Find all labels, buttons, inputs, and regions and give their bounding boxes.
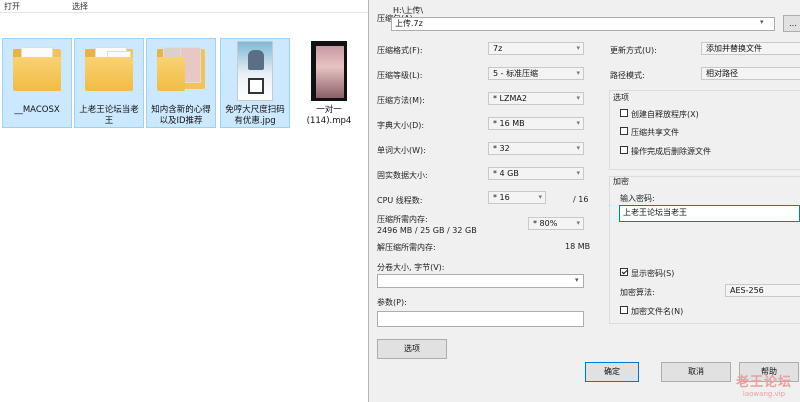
file-name: 一对一(114).mp4 — [306, 105, 352, 126]
mem-percent-value: * 80% — [533, 219, 558, 228]
sfx-label: 创建自释放程序(X) — [631, 110, 699, 119]
chevron-down-icon: ▾ — [576, 119, 580, 127]
file-item-folder-photo[interactable]: 知内含新的心得以及ID推荐 — [146, 38, 216, 128]
image-thumbnail — [237, 41, 273, 101]
cancel-button[interactable]: 取消 — [661, 362, 731, 382]
dict-select[interactable]: * 16 MB ▾ — [488, 117, 584, 130]
archive-path: H:\上传\ — [393, 6, 424, 15]
cpu-select[interactable]: * 16 ▾ — [488, 191, 546, 204]
shared-label: 压缩共享文件 — [631, 128, 679, 137]
options-group-title: 选项 — [613, 93, 629, 102]
file-item-mp4[interactable]: 一对一(114).mp4 — [294, 38, 364, 128]
cpu-label: CPU 线程数: — [377, 196, 423, 205]
dict-label: 字典大小(D): — [377, 121, 425, 130]
path-mode-label: 路径模式: — [610, 71, 645, 80]
enc-method-select[interactable]: AES-256 — [725, 284, 800, 297]
level-label: 压缩等级(L): — [377, 71, 423, 80]
chevron-down-icon[interactable]: ▾ — [575, 276, 579, 284]
show-password-checkbox[interactable] — [620, 268, 628, 276]
params-label: 参数(P): — [377, 298, 407, 307]
method-select[interactable]: * LZMA2 ▾ — [488, 92, 584, 105]
encrypt-names-checkbox[interactable] — [620, 306, 628, 314]
word-label: 单词大小(W): — [377, 146, 426, 155]
file-item-folder-docs[interactable]: 上老王论坛当老王 — [74, 38, 144, 128]
watermark-url: laowang.vip — [742, 390, 786, 398]
split-size-input[interactable] — [377, 274, 584, 288]
word-value: * 32 — [493, 144, 510, 153]
file-name: 免哼大尺度扫码有优惠.jpg — [225, 105, 285, 126]
video-thumbnail — [311, 41, 347, 101]
cpu-value: * 16 — [493, 193, 510, 202]
chevron-down-icon: ▾ — [576, 169, 580, 177]
menu-select[interactable]: 选择 — [72, 1, 88, 12]
enc-method-label: 加密算法: — [620, 288, 655, 297]
format-value: 7z — [493, 44, 503, 53]
file-name: __MACOSX — [14, 105, 60, 115]
sfx-checkbox[interactable] — [620, 109, 628, 117]
file-name: 知内含新的心得以及ID推荐 — [151, 105, 211, 126]
dict-value: * 16 MB — [493, 119, 525, 128]
file-item-jpg[interactable]: 免哼大尺度扫码有优惠.jpg — [220, 38, 290, 128]
update-value: 添加并替换文件 — [706, 44, 762, 53]
mem-comp-value: 2496 MB / 25 GB / 32 GB — [377, 226, 477, 235]
mem-percent-select[interactable]: * 80% ▾ — [528, 217, 584, 230]
password-input[interactable]: 上老王论坛当老王 — [619, 205, 800, 222]
level-value: 5 - 标准压缩 — [493, 69, 539, 78]
update-label: 更新方式(U): — [610, 46, 657, 55]
method-label: 压缩方法(M): — [377, 96, 425, 105]
shared-checkbox[interactable] — [620, 127, 628, 135]
format-label: 压缩格式(F): — [377, 46, 423, 55]
chevron-down-icon[interactable]: ▾ — [760, 18, 764, 26]
watermark-logo: 老王论坛 laowang.vip — [736, 371, 792, 398]
delete-label: 操作完成后删除源文件 — [631, 147, 711, 156]
level-select[interactable]: 5 - 标准压缩 ▾ — [488, 67, 584, 80]
path-mode-select[interactable]: 相对路径 — [701, 67, 800, 80]
compress-dialog: 压缩包(A): H:\上传\ 上传.7z ▾ … 压缩格式(F): 7z▾ 压缩… — [368, 0, 800, 402]
method-value: * LZMA2 — [493, 94, 527, 103]
file-name: 上老王论坛当老王 — [79, 105, 139, 126]
enc-method-value: AES-256 — [730, 286, 764, 295]
cpu-total: / 16 — [573, 195, 589, 204]
path-mode-value: 相对路径 — [706, 69, 738, 78]
split-label: 分卷大小, 字节(V): — [377, 263, 445, 272]
archive-name-input[interactable]: 上传.7z — [391, 17, 775, 31]
mem-comp-label: 压缩所需内存: — [377, 215, 428, 224]
ok-button[interactable]: 确定 — [585, 362, 639, 382]
update-select[interactable]: 添加并替换文件 — [701, 42, 800, 55]
chevron-down-icon: ▾ — [538, 193, 542, 201]
file-item-macosx[interactable]: __MACOSX — [2, 38, 72, 128]
browse-button[interactable]: … — [783, 15, 800, 32]
solid-select[interactable]: * 4 GB ▾ — [488, 167, 584, 180]
encrypt-names-label: 加密文件名(N) — [631, 307, 684, 316]
encryption-group-title: 加密 — [613, 177, 629, 186]
folder-icon — [157, 45, 205, 93]
show-password-label: 显示密码(S) — [631, 269, 675, 278]
explorer-menubar: 打开 选择 — [0, 0, 370, 13]
chevron-down-icon: ▾ — [576, 69, 580, 77]
word-select[interactable]: * 32 ▾ — [488, 142, 584, 155]
solid-label: 固实数据大小: — [377, 171, 428, 180]
params-input[interactable] — [377, 311, 584, 327]
folder-icon — [13, 45, 61, 93]
file-explorer: 打开 选择 __MACOSX 上老王论坛当老王 知内含新的心得以及ID推荐 免哼… — [0, 0, 370, 402]
menu-open[interactable]: 打开 — [4, 1, 20, 12]
password-label: 输入密码: — [620, 194, 655, 203]
mem-decomp-label: 解压缩所需内存: — [377, 243, 436, 252]
chevron-down-icon: ▾ — [576, 219, 580, 227]
options-button[interactable]: 选项 — [377, 339, 447, 359]
mem-decomp-value: 18 MB — [565, 242, 591, 251]
format-select[interactable]: 7z ▾ — [488, 42, 584, 55]
chevron-down-icon: ▾ — [576, 44, 580, 52]
solid-value: * 4 GB — [493, 169, 519, 178]
watermark-text: 老王论坛 — [735, 375, 792, 390]
delete-checkbox[interactable] — [620, 146, 628, 154]
chevron-down-icon: ▾ — [576, 144, 580, 152]
chevron-down-icon: ▾ — [576, 94, 580, 102]
folder-icon — [85, 45, 133, 93]
